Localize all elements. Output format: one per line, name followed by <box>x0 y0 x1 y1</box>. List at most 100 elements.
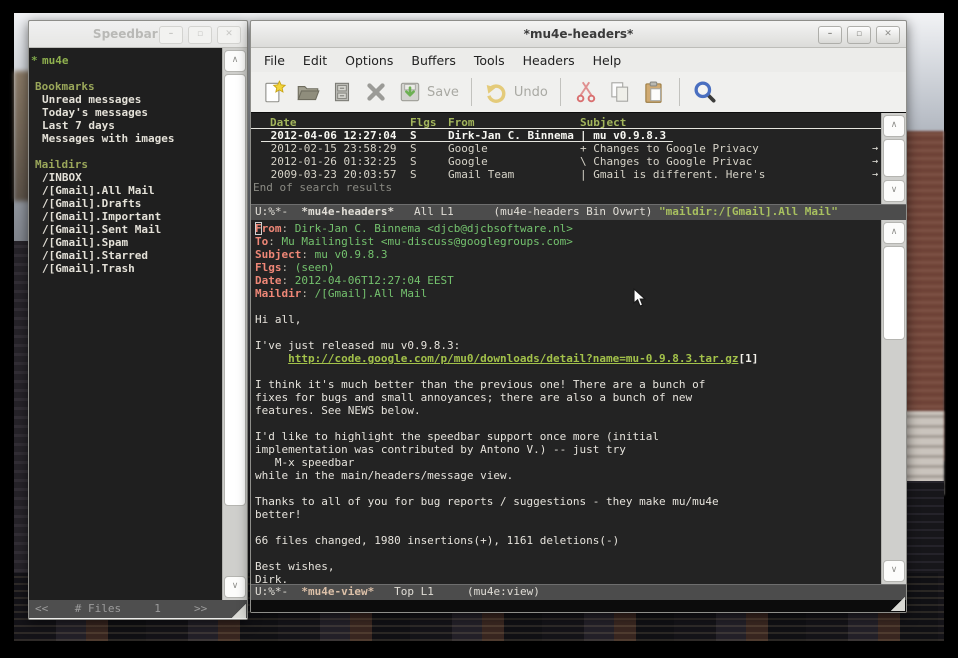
scrollbar-thumb[interactable] <box>883 139 905 177</box>
toolbar-separator <box>560 78 561 106</box>
speedbar-item[interactable]: Messages with images <box>29 132 222 145</box>
minimize-icon[interactable]: – <box>159 26 183 44</box>
modeline-modes: (mu4e:view) <box>467 585 540 598</box>
close-icon[interactable]: ✕ <box>217 26 241 44</box>
header-row[interactable]: 2012-01-26 01:32:25SGoogle\ Changes to G… <box>251 155 881 168</box>
scroll-up-icon[interactable]: ∧ <box>883 222 905 244</box>
menu-edit[interactable]: Edit <box>294 51 336 70</box>
close-icon[interactable]: ✕ <box>876 26 900 44</box>
body-line: better! <box>255 508 881 521</box>
body-line: features. See NEWS below. <box>255 404 881 417</box>
toolbar: SaveUndo <box>251 72 906 113</box>
header-subject: | mu v0.9.8.3 <box>580 129 881 142</box>
field-value: Mu Mailinglist <mu-discuss@googlegroups.… <box>282 235 573 248</box>
scroll-up-icon[interactable]: ∧ <box>224 50 246 72</box>
field-colon: : <box>282 274 295 287</box>
body-line: 66 files changed, 1980 insertions(+), 11… <box>255 534 881 547</box>
scrollbar-thumb[interactable] <box>224 74 246 506</box>
modeline-query: "maildir:/[Gmail].All Mail" <box>659 205 838 218</box>
download-link[interactable]: http://code.google.com/p/mu0/downloads/d… <box>288 352 738 365</box>
speedbar-titlebar[interactable]: Speedbar 1.0 – ▫ ✕ <box>29 21 247 48</box>
end-of-results-text: End of search results <box>251 181 881 194</box>
menu-tools[interactable]: Tools <box>465 51 514 70</box>
close-buffer-icon[interactable] <box>363 79 389 105</box>
message-field: From: Dirk-Jan C. Binnema <djcb@djcbsoft… <box>255 222 881 235</box>
header-date: 2012-04-06 12:27:04 <box>264 129 410 142</box>
header-flags: S <box>410 129 448 142</box>
continuation-arrow-icon: → <box>872 168 878 181</box>
speedbar-item-label: Today's messages <box>42 106 148 119</box>
message-field: Date: 2012-04-06T12:27:04 EEST <box>255 274 881 287</box>
save-icon[interactable] <box>397 79 423 105</box>
dired-icon[interactable] <box>329 79 355 105</box>
speedbar-item[interactable]: /[Gmail].Drafts <box>29 197 222 210</box>
scroll-up-icon[interactable]: ∧ <box>883 115 905 137</box>
speedbar-item[interactable]: Last 7 days <box>29 119 222 132</box>
echo-area[interactable] <box>251 600 906 612</box>
menu-options[interactable]: Options <box>336 51 402 70</box>
speedbar-root-item[interactable]: *mu4e <box>29 54 222 67</box>
menu-help[interactable]: Help <box>584 51 631 70</box>
header-flags: S <box>410 142 448 155</box>
continuation-arrow-icon: → <box>872 142 878 155</box>
speedbar-item[interactable]: /[Gmail].Starred <box>29 249 222 262</box>
menu-headers[interactable]: Headers <box>514 51 584 70</box>
speedbar-item[interactable]: /[Gmail].Sent Mail <box>29 223 222 236</box>
speedbar-section-heading[interactable]: Maildirs <box>29 158 222 171</box>
maximize-icon[interactable]: ▫ <box>847 26 871 44</box>
header-row[interactable]: 2012-02-15 23:58:29SGoogle+ Changes to G… <box>251 142 881 155</box>
search-icon[interactable] <box>692 79 718 105</box>
header-row[interactable]: 2009-03-23 20:03:57SGmail Team| Gmail is… <box>251 168 881 181</box>
header-row[interactable]: 2012-04-06 12:27:04SDirk-Jan C. Binnema|… <box>251 129 881 142</box>
blank-line <box>29 145 222 158</box>
speedbar-item-label: Unread messages <box>42 93 141 106</box>
speedbar-item[interactable]: Unread messages <box>29 93 222 106</box>
modeline-buffer-name: *mu4e-view* <box>301 585 374 598</box>
speedbar-item[interactable]: /[Gmail].Spam <box>29 236 222 249</box>
open-folder-icon[interactable] <box>295 79 321 105</box>
speedbar-item-label: Messages with images <box>42 132 174 145</box>
speedbar-item-label: /[Gmail].All Mail <box>42 184 155 197</box>
body-link-line: http://code.google.com/p/mu0/downloads/d… <box>255 352 881 365</box>
header-date: 2009-03-23 20:03:57 <box>264 168 410 181</box>
field-colon: : <box>268 235 281 248</box>
resize-grip[interactable] <box>889 595 905 611</box>
speedbar-item[interactable]: /[Gmail].Important <box>29 210 222 223</box>
message-scrollbar[interactable]: ∧ ∨ <box>881 220 906 584</box>
field-name: Flgs <box>255 261 282 274</box>
paste-icon[interactable] <box>641 79 667 105</box>
header-date: 2012-01-26 01:32:25 <box>264 155 410 168</box>
speedbar-content: *mu4e BookmarksUnread messagesToday's me… <box>29 48 222 600</box>
menu-buffers[interactable]: Buffers <box>402 51 464 70</box>
menu-file[interactable]: File <box>255 51 294 70</box>
body-line <box>255 326 881 339</box>
header-flags: S <box>410 155 448 168</box>
speedbar-item[interactable]: /[Gmail].All Mail <box>29 184 222 197</box>
scrollbar-thumb[interactable] <box>883 246 905 340</box>
emacs-titlebar[interactable]: *mu4e-headers* – ▫ ✕ <box>251 21 906 48</box>
maximize-icon[interactable]: ▫ <box>188 26 212 44</box>
scroll-down-icon[interactable]: ∨ <box>883 560 905 582</box>
scroll-down-icon[interactable]: ∨ <box>883 180 905 202</box>
speedbar-item[interactable]: Today's messages <box>29 106 222 119</box>
speedbar-expander-icon[interactable]: * <box>31 54 38 67</box>
speedbar-item-label: /[Gmail].Important <box>42 210 161 223</box>
speedbar-item[interactable]: /[Gmail].Trash <box>29 262 222 275</box>
headers-scrollbar[interactable]: ∧ ∨ <box>881 113 906 204</box>
speedbar-scrollbar[interactable]: ∧ ∨ <box>222 48 247 600</box>
body-line: Best wishes, <box>255 560 881 573</box>
copy-icon[interactable] <box>607 79 633 105</box>
link-reference: [1] <box>738 352 758 365</box>
speedbar-item[interactable]: /INBOX <box>29 171 222 184</box>
minimize-icon[interactable]: – <box>818 26 842 44</box>
body-line: M-x speedbar <box>255 456 881 469</box>
body-line: I'd like to highlight the speedbar suppo… <box>255 430 881 443</box>
undo-icon[interactable] <box>484 79 510 105</box>
cut-icon[interactable] <box>573 79 599 105</box>
speedbar-heading-label: Bookmarks <box>35 80 95 93</box>
speedbar-section-heading[interactable]: Bookmarks <box>29 80 222 93</box>
new-file-icon[interactable] <box>261 79 287 105</box>
scroll-down-icon[interactable]: ∨ <box>224 576 246 598</box>
header-subject: + Changes to Google Privacy <box>580 142 881 155</box>
resize-grip[interactable] <box>230 602 246 618</box>
